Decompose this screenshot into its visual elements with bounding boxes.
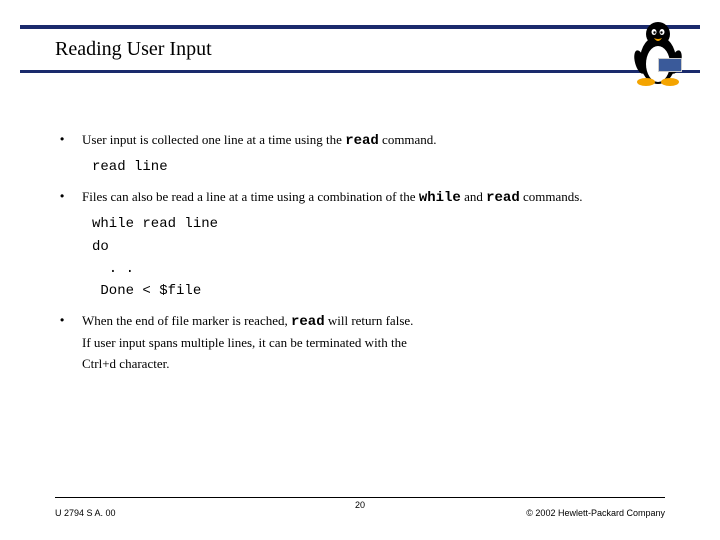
page-title: Reading User Input — [55, 38, 212, 61]
text: and — [461, 189, 486, 204]
bullet-item: • User input is collected one line at a … — [60, 130, 690, 152]
code: read — [345, 133, 379, 149]
text: If user input spans multiple lines, it c… — [82, 335, 407, 350]
bullet-text: When the end of file marker is reached, … — [82, 311, 690, 375]
text: command. — [379, 132, 437, 147]
title-underline — [20, 70, 700, 73]
bullet-text: Files can also be read a line at a time … — [82, 187, 690, 209]
footer-rule — [55, 497, 665, 498]
bullet-icon: • — [60, 130, 82, 152]
code-block: while read line do . . Done < $file — [92, 213, 690, 303]
text: User input is collected one line at a ti… — [82, 132, 345, 147]
hp-logo-icon — [658, 58, 682, 72]
copyright: © 2002 Hewlett-Packard Company — [526, 508, 665, 518]
bullet-item: • When the end of file marker is reached… — [60, 311, 690, 375]
code: read — [291, 314, 325, 330]
text: Ctrl+d character. — [82, 356, 169, 371]
code-block: read line — [92, 156, 690, 178]
penguin-icon — [628, 18, 688, 88]
text: Files can also be read a line at a time … — [82, 189, 419, 204]
text: commands. — [520, 189, 583, 204]
top-rule — [20, 25, 700, 29]
text: When the end of file marker is reached, — [82, 313, 291, 328]
code: while — [419, 190, 461, 206]
slide-content: • User input is collected one line at a … — [60, 130, 690, 379]
bullet-text: User input is collected one line at a ti… — [82, 130, 690, 152]
bullet-icon: • — [60, 187, 82, 209]
text: will return false. — [325, 313, 414, 328]
bullet-icon: • — [60, 311, 82, 375]
code: read — [486, 190, 520, 206]
bullet-item: • Files can also be read a line at a tim… — [60, 187, 690, 209]
